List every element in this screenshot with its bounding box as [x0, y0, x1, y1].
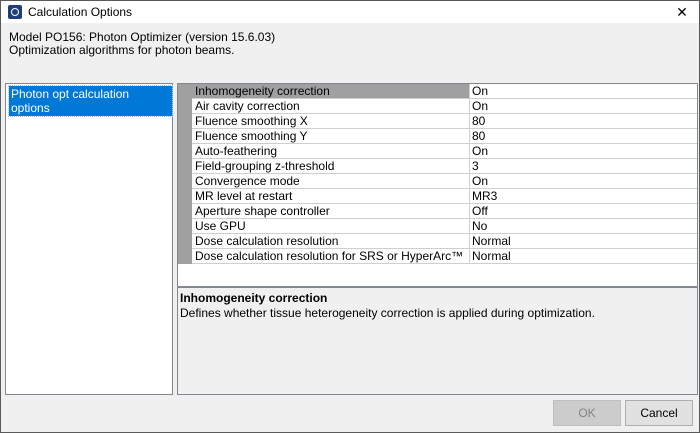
property-value[interactable]: 3 [470, 159, 697, 174]
grid-row-aperture-shape-controller[interactable]: Aperture shape controller Off [178, 204, 697, 219]
property-value[interactable]: On [470, 84, 697, 99]
property-value[interactable]: On [470, 174, 697, 189]
property-name: MR level at restart [192, 189, 470, 204]
grid-row-use-gpu[interactable]: Use GPU No [178, 219, 697, 234]
property-name: Field-grouping z-threshold [192, 159, 470, 174]
property-name: Dose calculation resolution [192, 234, 470, 249]
grid-row-dose-calc-resolution-srs-hyperarc[interactable]: Dose calculation resolution for SRS or H… [178, 249, 697, 264]
row-handle [178, 144, 192, 159]
row-handle [178, 84, 192, 99]
row-handle [178, 234, 192, 249]
property-name: Aperture shape controller [192, 204, 470, 219]
property-description-panel: Inhomogeneity correction Defines whether… [177, 287, 698, 395]
property-value[interactable]: On [470, 144, 697, 159]
row-handle [178, 129, 192, 144]
property-value[interactable]: Normal [470, 234, 697, 249]
calculation-options-dialog: Calculation Options ✕ Model PO156: Photo… [0, 0, 700, 433]
grid-row-mr-level-at-restart[interactable]: MR level at restart MR3 [178, 189, 697, 204]
row-handle [178, 249, 192, 264]
property-name: Fluence smoothing X [192, 114, 470, 129]
header-info: Model PO156: Photon Optimizer (version 1… [9, 31, 275, 57]
property-value[interactable]: Normal [470, 249, 697, 264]
list-item-photon-opt-options[interactable]: Photon opt calculation options [8, 85, 173, 117]
property-value[interactable]: Off [470, 204, 697, 219]
grid-row-inhomogeneity-correction[interactable]: Inhomogeneity correction On [178, 84, 697, 99]
row-handle [178, 159, 192, 174]
row-handle [178, 174, 192, 189]
title-bar: Calculation Options ✕ [1, 1, 699, 23]
grid-row-convergence-mode[interactable]: Convergence mode On [178, 174, 697, 189]
options-property-grid: Inhomogeneity correction On Air cavity c… [177, 83, 698, 287]
model-description: Optimization algorithms for photon beams… [9, 43, 235, 57]
row-handle [178, 99, 192, 114]
property-value[interactable]: On [470, 99, 697, 114]
ok-button[interactable]: OK [553, 400, 621, 426]
row-handle [178, 204, 192, 219]
property-name: Air cavity correction [192, 99, 470, 114]
window-title: Calculation Options [28, 5, 133, 19]
grid-row-field-grouping-z-threshold[interactable]: Field-grouping z-threshold 3 [178, 159, 697, 174]
close-icon[interactable]: ✕ [665, 1, 699, 23]
grid-row-air-cavity-correction[interactable]: Air cavity correction On [178, 99, 697, 114]
property-value[interactable]: No [470, 219, 697, 234]
property-value[interactable]: 80 [470, 129, 697, 144]
property-name: Convergence mode [192, 174, 470, 189]
row-handle [178, 219, 192, 234]
row-handle [178, 114, 192, 129]
options-category-list[interactable]: Photon opt calculation options [5, 83, 173, 395]
property-name: Inhomogeneity correction [192, 84, 470, 99]
grid-row-auto-feathering[interactable]: Auto-feathering On [178, 144, 697, 159]
cancel-button[interactable]: Cancel [625, 400, 693, 426]
property-name: Auto-feathering [192, 144, 470, 159]
description-text: Defines whether tissue heterogeneity cor… [180, 306, 595, 320]
property-value[interactable]: 80 [470, 114, 697, 129]
property-value[interactable]: MR3 [470, 189, 697, 204]
property-name: Dose calculation resolution for SRS or H… [192, 249, 470, 264]
grid-row-fluence-smoothing-x[interactable]: Fluence smoothing X 80 [178, 114, 697, 129]
grid-row-fluence-smoothing-y[interactable]: Fluence smoothing Y 80 [178, 129, 697, 144]
row-handle [178, 189, 192, 204]
property-name: Fluence smoothing Y [192, 129, 470, 144]
property-name: Use GPU [192, 219, 470, 234]
description-title: Inhomogeneity correction [180, 291, 328, 305]
app-icon [8, 5, 22, 19]
grid-row-dose-calculation-resolution[interactable]: Dose calculation resolution Normal [178, 234, 697, 249]
